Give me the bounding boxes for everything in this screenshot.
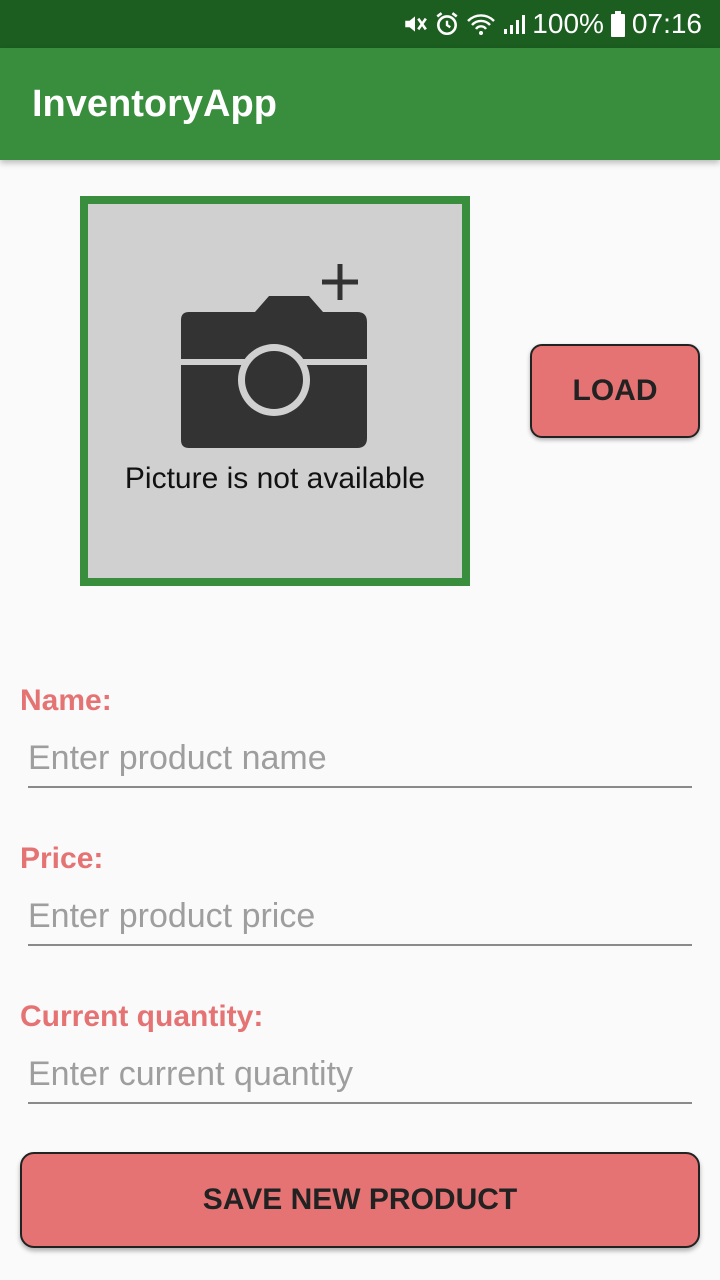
clock: 07:16 (631, 8, 702, 39)
battery-percent: 100% (532, 8, 604, 39)
quantity-label: Current quantity: (20, 1000, 264, 1033)
name-label: Name: (20, 684, 112, 717)
price-label: Price: (20, 842, 104, 875)
mute-icon (402, 11, 428, 37)
app-title: InventoryApp (32, 83, 277, 125)
load-button[interactable]: LOAD (530, 344, 700, 438)
status-bar: 100% 07:16 (0, 0, 720, 48)
status-icons: 100% 07:16 (402, 0, 702, 48)
camera-add-icon (164, 248, 384, 458)
wifi-icon (466, 11, 496, 37)
product-price-input[interactable] (28, 888, 692, 946)
product-quantity-input[interactable] (28, 1046, 692, 1104)
signal-icon (502, 11, 526, 37)
app-bar: InventoryApp (0, 48, 720, 160)
product-name-input[interactable] (28, 730, 692, 788)
alarm-icon (434, 11, 460, 37)
battery-icon (610, 10, 626, 38)
product-image-picker[interactable]: Picture is not available (80, 196, 470, 586)
save-new-product-button[interactable]: SAVE NEW PRODUCT (20, 1152, 700, 1248)
picture-caption: Picture is not available (124, 462, 426, 495)
